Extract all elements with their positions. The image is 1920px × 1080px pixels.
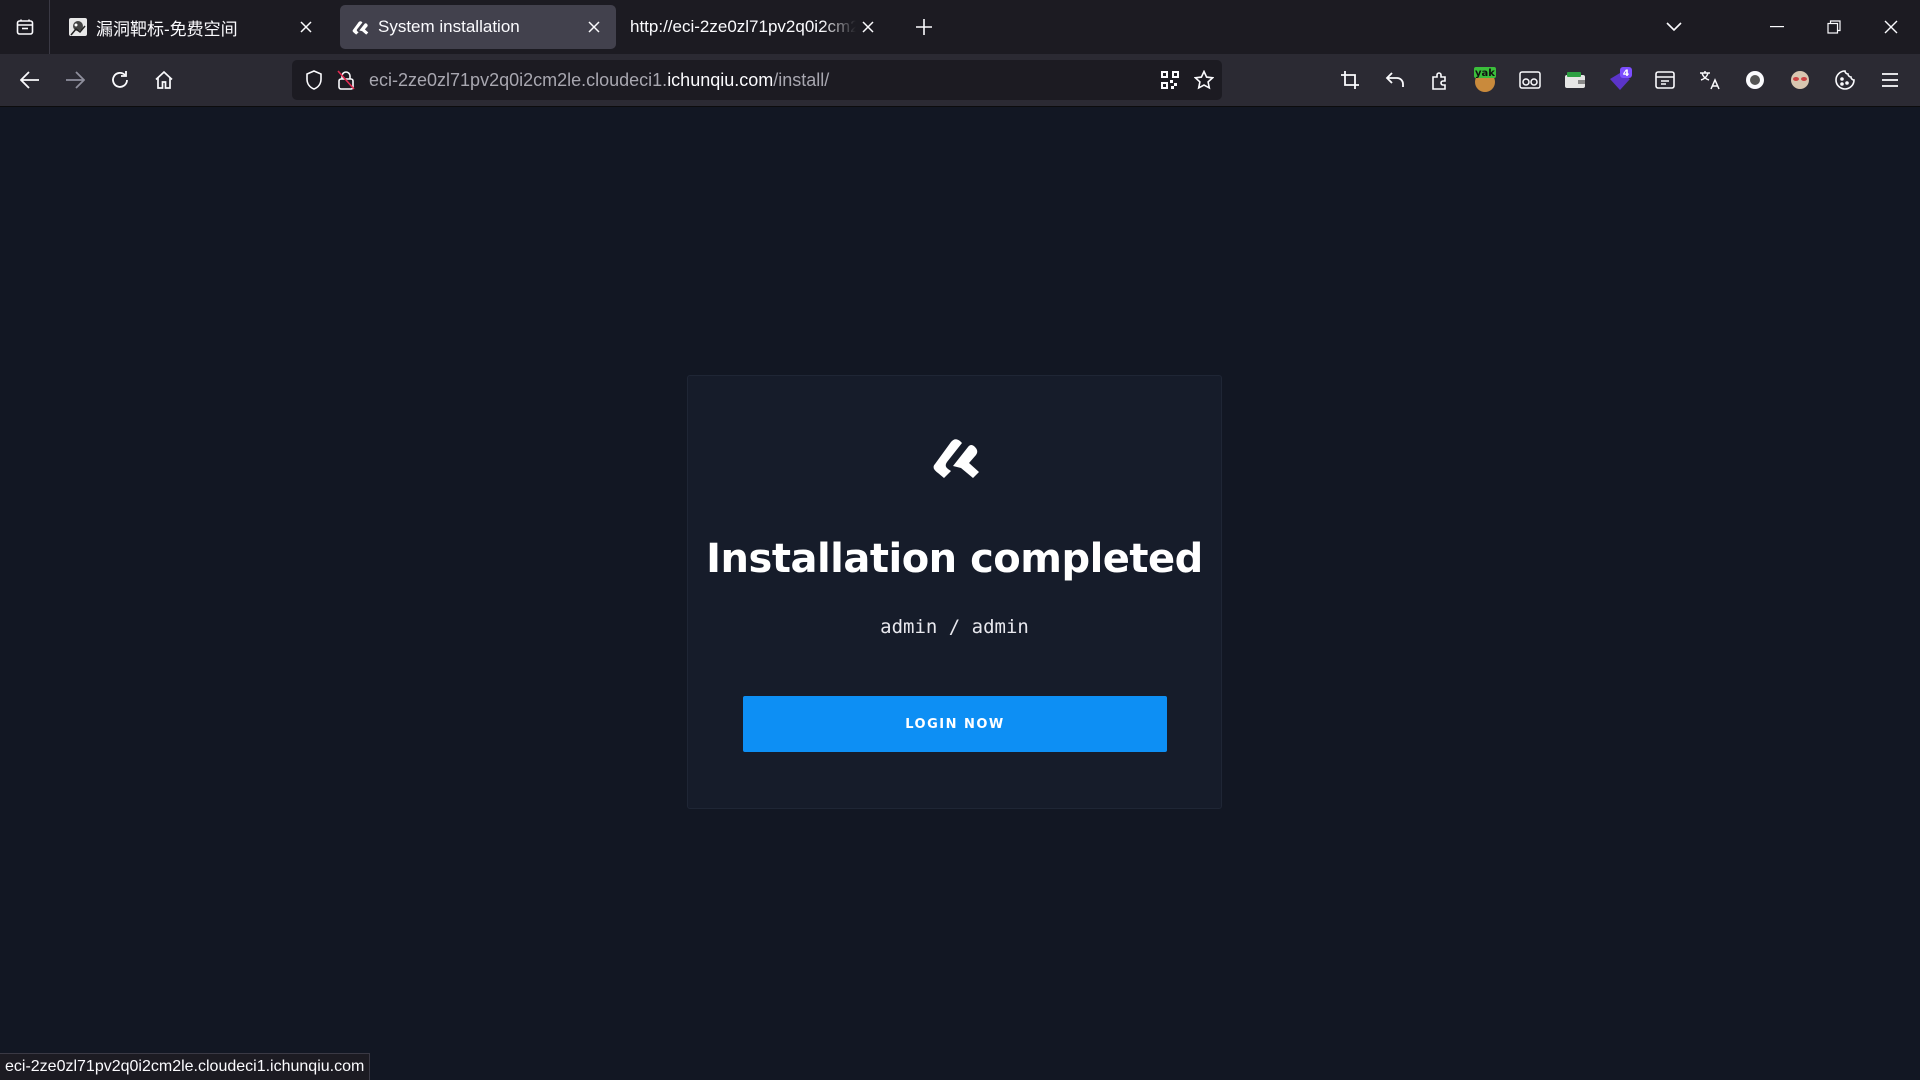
record-extension-button[interactable] [1740, 65, 1770, 95]
reload-icon [110, 70, 130, 90]
status-bar-url: eci-2ze0zl71pv2q0i2cm2le.cloudeci1.ichun… [0, 1053, 371, 1080]
firefox-view-button[interactable] [0, 0, 50, 54]
url-domain: ichunqiu.com [667, 70, 774, 90]
page-title: Installation completed [706, 536, 1203, 582]
profile-extension-button[interactable] [1785, 65, 1815, 95]
hackbar-extension-button[interactable] [1650, 65, 1680, 95]
screenshot-crop-button[interactable] [1335, 65, 1365, 95]
url-prefix: eci-2ze0zl71pv2q0i2cm2le.cloudeci1. [369, 70, 668, 90]
yak-badge: yak [1475, 68, 1495, 79]
back-button[interactable] [15, 65, 45, 95]
tab-url[interactable]: http://eci-2ze0zl71pv2q0i2cm2le [620, 5, 890, 49]
hamburger-menu-icon [1881, 72, 1899, 88]
crop-icon [1341, 71, 1359, 89]
app-logo-icon [350, 17, 370, 37]
forward-button[interactable] [60, 65, 90, 95]
tracking-protection-shield-icon[interactable] [302, 68, 326, 92]
translate-icon [1699, 70, 1721, 90]
tab-vulhub[interactable]: 漏洞靶标-免费空间 [58, 5, 328, 49]
app-menu-button[interactable] [1875, 65, 1905, 95]
extensions-button[interactable] [1425, 65, 1455, 95]
window-panel-icon [1655, 71, 1675, 89]
url-path: /install/ [773, 70, 830, 90]
shield-badge-icon: 4 [1607, 67, 1633, 93]
plus-icon [915, 18, 933, 36]
undo-close-button[interactable] [1380, 65, 1410, 95]
cookie-icon [1835, 70, 1855, 90]
insecure-lock-icon[interactable] [334, 68, 358, 92]
close-icon[interactable] [856, 15, 880, 39]
tab-title: 漏洞靶标-免费空间 [96, 19, 238, 39]
restore-icon [1827, 20, 1841, 34]
yakit-extension-button[interactable]: yak [1470, 65, 1500, 95]
new-tab-button[interactable] [912, 15, 936, 39]
cookie-extension-button[interactable] [1830, 65, 1860, 95]
yak-icon: yak [1472, 67, 1498, 93]
url-text: eci-2ze0zl71pv2q0i2cm2le.cloudeci1.ichun… [369, 70, 829, 91]
reader-extension-button[interactable] [1515, 65, 1545, 95]
install-complete-card: Installation completed admin / admin LOG… [687, 375, 1222, 809]
reload-button[interactable] [105, 65, 135, 95]
firefox-view-icon [15, 17, 35, 37]
proxy-extension-button[interactable]: 4 [1605, 65, 1635, 95]
home-icon [154, 70, 174, 90]
tab-system-installation[interactable]: System installation [340, 5, 616, 49]
navigation-toolbar: eci-2ze0zl71pv2q0i2cm2le.cloudeci1.ichun… [0, 54, 1920, 107]
chevron-down-icon [1666, 22, 1682, 32]
home-button[interactable] [149, 65, 179, 95]
vulhub-icon [68, 17, 88, 37]
close-icon [1884, 20, 1898, 34]
app-logo-icon [929, 434, 981, 478]
bookmark-star-icon[interactable] [1192, 68, 1216, 92]
login-now-button[interactable]: LOGIN NOW [743, 696, 1167, 752]
address-bar[interactable]: eci-2ze0zl71pv2q0i2cm2le.cloudeci1.ichun… [292, 60, 1222, 100]
qr-code-icon[interactable] [1158, 68, 1182, 92]
tab-strip: 漏洞靶标-免费空间 System installation http://eci… [0, 0, 1920, 54]
undo-arrow-icon [1385, 71, 1405, 89]
default-credentials: admin / admin [880, 616, 1029, 638]
minimize-button[interactable] [1762, 12, 1792, 42]
tab-title: http://eci-2ze0zl71pv2q0i2cm2le [630, 17, 856, 36]
tab-title: System installation [378, 17, 520, 36]
list-all-tabs-button[interactable] [1659, 12, 1689, 42]
circle-record-icon [1745, 70, 1765, 90]
close-icon[interactable] [294, 15, 318, 39]
notification-badge: 4 [1623, 69, 1629, 79]
glasses-icon [1519, 71, 1541, 89]
minimize-icon [1770, 26, 1784, 28]
back-arrow-icon [20, 71, 40, 89]
translate-extension-button[interactable] [1695, 65, 1725, 95]
puzzle-piece-icon [1430, 70, 1450, 90]
close-icon[interactable] [582, 15, 606, 39]
wallet-icon [1564, 71, 1586, 89]
forward-arrow-icon [65, 71, 85, 89]
close-window-button[interactable] [1876, 12, 1906, 42]
mask-face-icon [1789, 70, 1811, 90]
restore-button[interactable] [1819, 12, 1849, 42]
wallet-extension-button[interactable] [1560, 65, 1590, 95]
